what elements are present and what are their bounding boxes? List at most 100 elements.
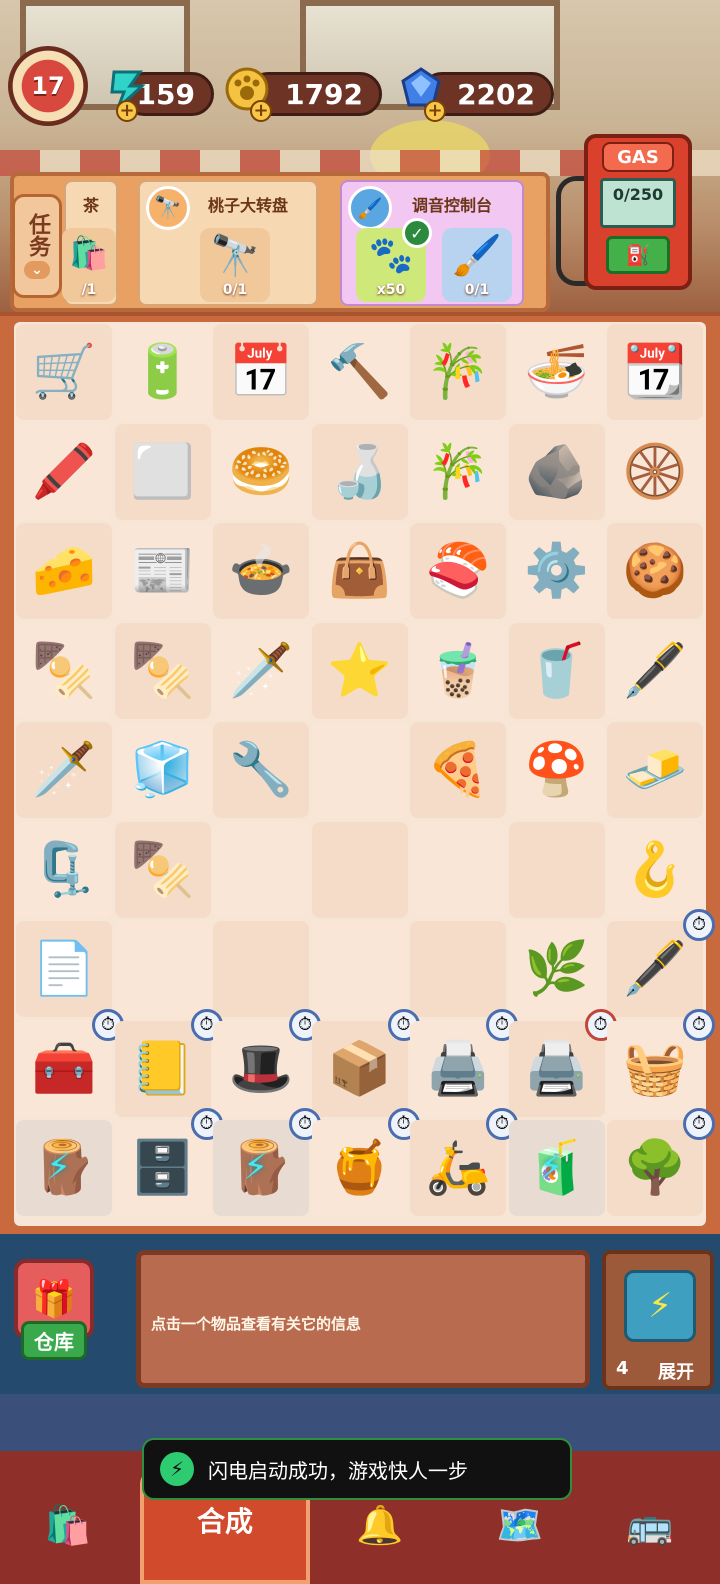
board-item[interactable]: 🍢 bbox=[16, 622, 112, 719]
item-icon: 🗡️ bbox=[31, 740, 97, 800]
add-paws-button[interactable]: + bbox=[250, 100, 272, 122]
item-icon: 🥤 bbox=[524, 640, 589, 701]
item-icon: 📄 bbox=[31, 939, 97, 999]
board-item[interactable]: 🧈 bbox=[607, 722, 703, 818]
gas-pump[interactable]: GAS 0/250 ⛽ bbox=[584, 134, 692, 290]
nav-bus-icon[interactable]: 🚌 bbox=[600, 1490, 700, 1560]
item-icon: 🖋️ bbox=[622, 939, 688, 999]
board-item[interactable]: 🛞 bbox=[607, 423, 703, 520]
board-item[interactable]: 🍣 bbox=[410, 523, 506, 619]
task-tab-button[interactable]: 任务 ⌄ bbox=[12, 194, 62, 298]
board-item[interactable]: 🍶 bbox=[311, 423, 408, 520]
fuel-can-icon[interactable]: ⛽ bbox=[606, 236, 670, 274]
board-item[interactable]: 🔋 bbox=[114, 324, 211, 420]
task-card-tea[interactable]: 茶 🛍️ /1 bbox=[62, 180, 118, 306]
board-cell-empty[interactable] bbox=[311, 722, 408, 818]
board-item[interactable]: 🗜️ bbox=[16, 821, 112, 918]
board-item[interactable]: 📒 ⏱ bbox=[114, 1008, 223, 1117]
item-icon: 🍢 bbox=[130, 640, 195, 701]
board-item[interactable]: 🧀 bbox=[16, 523, 112, 619]
board-cell-empty[interactable] bbox=[311, 821, 408, 918]
board-item[interactable]: 📆 bbox=[607, 324, 703, 420]
task-card-tuning-console[interactable]: 🖌️ 调音控制台 🐾 ✓ x50 🖌️ 0/1 bbox=[340, 180, 524, 306]
add-energy-button[interactable]: + bbox=[116, 100, 138, 122]
board-item[interactable]: 🍕 bbox=[410, 722, 506, 818]
board-item[interactable]: ⚙️ bbox=[508, 523, 605, 619]
board-item[interactable]: 🍪 bbox=[607, 523, 703, 619]
board-item[interactable]: 🖍️ bbox=[16, 423, 112, 520]
nav-shop-bag-icon[interactable]: 🛍️ bbox=[18, 1490, 118, 1560]
board-item[interactable]: 🪝 bbox=[607, 821, 703, 918]
task-title: 桃子大转盘 bbox=[207, 196, 288, 215]
board-item[interactable]: 🎋 bbox=[410, 423, 506, 520]
board-item[interactable]: 🪨 bbox=[508, 423, 605, 520]
board-item[interactable]: 🖋️ ⏱ bbox=[607, 909, 715, 1017]
board-cell-empty[interactable] bbox=[213, 821, 309, 918]
task-item: 🐾 ✓ x50 bbox=[356, 218, 432, 302]
board-item[interactable]: 🥤 bbox=[508, 622, 605, 719]
board-item[interactable]: 🛵 ⏱ bbox=[410, 1108, 518, 1216]
item-icon: 🧈 bbox=[622, 740, 688, 800]
board-item[interactable]: 🛒 bbox=[16, 324, 112, 420]
board-cell-empty[interactable] bbox=[508, 821, 605, 918]
board-cell-empty[interactable] bbox=[213, 921, 309, 1017]
item-icon: 🛵 bbox=[425, 1138, 491, 1198]
expand-label: 展开 bbox=[658, 1362, 694, 1383]
player-level-badge[interactable]: 17 bbox=[8, 46, 88, 126]
board-item[interactable]: 🧃 ⚡ bbox=[508, 1120, 605, 1216]
board-item[interactable]: 📦 ⏱ bbox=[311, 1008, 420, 1117]
item-icon: 🔧 bbox=[228, 740, 294, 800]
board-item[interactable]: 🌳 ⏱ bbox=[607, 1108, 715, 1216]
board-item[interactable]: 🧰 ⏱ bbox=[16, 1008, 124, 1117]
board-item[interactable]: 🪵 ⚡ bbox=[16, 1120, 112, 1216]
board-item[interactable]: 🗡️ bbox=[16, 722, 112, 818]
board-item[interactable]: 🔨 bbox=[311, 324, 408, 420]
task-card-peach-wheel[interactable]: 🔭 桃子大转盘 🔭 0/1 bbox=[138, 180, 318, 306]
nav-bell-icon[interactable]: 🔔 bbox=[330, 1490, 430, 1560]
board-cell-empty[interactable] bbox=[114, 921, 211, 1017]
warehouse-button[interactable]: 🎁 仓库 bbox=[8, 1250, 100, 1360]
board-item[interactable]: 📄 bbox=[16, 921, 112, 1017]
board-item[interactable]: 🌿 bbox=[508, 921, 605, 1017]
item-icon: 👜 bbox=[327, 541, 392, 601]
board-item[interactable]: 🖋️ bbox=[607, 622, 703, 719]
board-item[interactable]: 🎩 ⏱ bbox=[213, 1008, 321, 1117]
board-item[interactable]: 🔧 bbox=[213, 722, 309, 818]
board-item[interactable]: 📰 bbox=[114, 523, 211, 619]
lightning-icon: ⚡ bbox=[538, 1147, 564, 1188]
board-item[interactable]: 🍢 bbox=[114, 622, 211, 719]
energy-chest-icon: ⚡ bbox=[624, 1270, 696, 1342]
board-cell-empty[interactable] bbox=[410, 821, 506, 918]
add-gems-button[interactable]: + bbox=[424, 100, 446, 122]
item-icon: 🧰 bbox=[31, 1038, 97, 1099]
board-item[interactable]: ⬜ bbox=[114, 423, 211, 520]
board-item[interactable]: 🧊 bbox=[114, 722, 211, 818]
board-item[interactable]: 🍯 ⏱ bbox=[311, 1108, 420, 1216]
board-item[interactable]: 🥯 bbox=[213, 423, 309, 520]
board-item[interactable]: 📅 bbox=[213, 324, 309, 420]
gas-label: GAS bbox=[602, 142, 674, 172]
board-item[interactable]: 🍜 bbox=[508, 324, 605, 420]
board-item[interactable]: 🍲 bbox=[213, 523, 309, 619]
board-item[interactable]: 👜 bbox=[311, 523, 408, 619]
board-cell-empty[interactable] bbox=[410, 921, 506, 1017]
nav-map-icon[interactable]: 🗺️ bbox=[470, 1490, 570, 1560]
board-item[interactable]: 🖨️ ⏱ bbox=[410, 1008, 518, 1117]
expand-button[interactable]: ⚡ 4 展开 bbox=[602, 1250, 714, 1390]
brush-icon: 🖌️ bbox=[452, 233, 502, 279]
board-item[interactable]: 🍄 bbox=[508, 722, 605, 818]
board-item[interactable]: 🧋 bbox=[410, 622, 506, 719]
paw-value: 1792 bbox=[285, 77, 363, 111]
board-item[interactable]: 🪵 ⏱ ⚡ bbox=[213, 1108, 321, 1216]
board-item[interactable]: 🧺 ⏱ bbox=[607, 1008, 715, 1117]
item-icon: 🍯 bbox=[327, 1138, 392, 1198]
board-item[interactable]: 🎋 bbox=[410, 324, 506, 420]
board-item[interactable]: ⭐ bbox=[311, 622, 408, 719]
board-item[interactable]: 🗡️ bbox=[213, 622, 309, 719]
board-item[interactable]: 🍢 bbox=[114, 821, 211, 918]
board-item[interactable]: 🖨️ ⏱ bbox=[508, 1008, 617, 1117]
board-item[interactable]: 🗄️ ⏱ bbox=[114, 1108, 223, 1216]
item-icon: 🍜 bbox=[524, 342, 589, 402]
board-cell-empty[interactable] bbox=[311, 921, 408, 1017]
item-icon: 🍪 bbox=[622, 541, 688, 601]
